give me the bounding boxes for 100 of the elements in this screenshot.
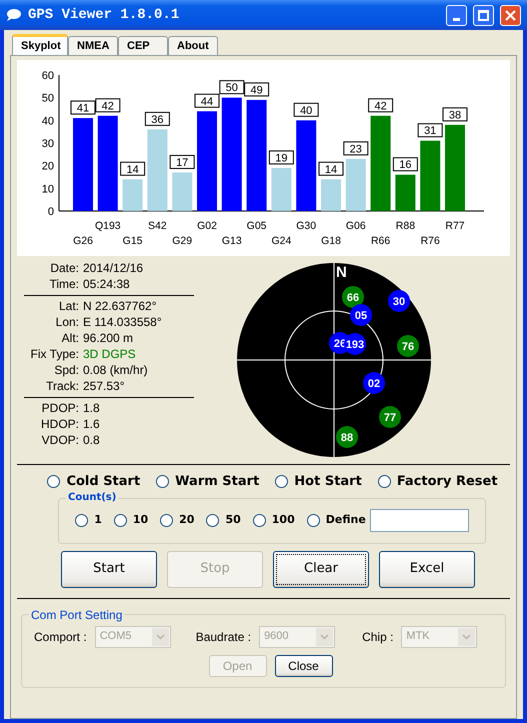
info-value: E 114.033558° [83, 314, 162, 331]
caret-icon [458, 628, 476, 646]
data-label: 14 [324, 164, 338, 176]
info-value: N 22.637762° [83, 298, 157, 315]
maximize-button[interactable] [473, 4, 494, 26]
axis-tick-label: 0 [48, 206, 54, 218]
value-label: 49 [244, 82, 270, 96]
category-label: G05 [246, 220, 267, 232]
field-label: Chip : [362, 628, 394, 646]
data-label: 19 [275, 152, 288, 164]
radio-label: Define [326, 512, 366, 528]
window-title: GPS Viewer 1.8.0.1 [28, 6, 180, 24]
info-label: Lon: [54, 314, 79, 331]
value-label: 42 [95, 98, 120, 112]
speech-bubble-icon [6, 9, 22, 21]
radio-button[interactable] [114, 514, 127, 527]
radio-button[interactable] [252, 514, 266, 527]
axis-tick-label: 60 [42, 70, 54, 82]
category-label: G18 [321, 235, 341, 247]
radio-button[interactable] [378, 475, 391, 488]
info-value: 257.53° [83, 378, 125, 395]
axis-tick-label: 20 [42, 160, 54, 173]
data-label: 36 [151, 114, 164, 126]
info-label: Time: [48, 276, 79, 293]
radio-button[interactable] [275, 475, 288, 488]
port-button[interactable]: Close [274, 654, 332, 676]
category-label: R88 [396, 220, 416, 232]
data-label: 49 [250, 84, 263, 96]
category-label: G30 [296, 220, 316, 232]
tab[interactable]: Skyplot [12, 34, 68, 55]
minimize-button[interactable] [446, 4, 467, 26]
data-label: 44 [200, 96, 214, 108]
info-label: Track: [45, 378, 79, 395]
action-button[interactable]: Excel [379, 550, 475, 588]
tab[interactable]: NMEA [68, 36, 118, 55]
value-label: 40 [294, 102, 319, 117]
info-label: Fix Type: [30, 346, 79, 363]
radio-label: 20 [179, 512, 194, 528]
info-label: Lat: [58, 298, 79, 315]
radio-label: Warm Start [175, 473, 260, 491]
data-label: 31 [424, 125, 436, 138]
category-label: R66 [370, 235, 390, 247]
category-label: G26 [73, 235, 93, 247]
radio-label: Hot Start [294, 473, 362, 491]
caret-icon [316, 628, 334, 646]
radio-label: Factory Reset [396, 473, 498, 491]
group-title: Count(s) [66, 490, 118, 504]
info-value: 1.6 [83, 416, 100, 433]
value-label: 41 [70, 100, 96, 115]
axis-tick-label: 30 [42, 138, 54, 150]
info-value: 96.200 m [83, 330, 134, 347]
info-label: Spd: [53, 362, 79, 379]
info-value: 0.08 (km/hr) [83, 362, 148, 379]
radio-button[interactable] [206, 514, 220, 527]
define-field[interactable] [370, 509, 469, 532]
radio-button[interactable] [160, 514, 174, 527]
radio-label: 10 [132, 512, 148, 528]
category-label: G02 [197, 220, 217, 232]
radio-button[interactable] [156, 475, 170, 488]
info-value: 1.8 [83, 400, 100, 417]
category-label: Q193 [94, 220, 121, 232]
radio-button[interactable] [47, 475, 60, 488]
info-label: HDOP: [40, 416, 79, 433]
tab[interactable]: About [168, 36, 218, 55]
category-label: G06 [346, 220, 366, 232]
radio-label: 50 [225, 512, 241, 528]
data-label: 50 [226, 82, 238, 94]
category-label: R77 [445, 220, 465, 232]
value-label: 38 [442, 107, 468, 122]
radio-button[interactable] [75, 514, 88, 527]
radio-button[interactable] [306, 514, 320, 527]
value-label: 44 [194, 94, 220, 108]
close-button[interactable] [500, 4, 521, 26]
data-label: 17 [176, 156, 188, 169]
info-value: 2014/12/16 [83, 260, 144, 277]
action-button[interactable]: Start [61, 550, 157, 588]
category-label: G15 [122, 235, 143, 247]
category-label: G29 [172, 235, 192, 247]
value-label: 36 [144, 112, 170, 126]
category-label: G13 [222, 235, 242, 247]
data-label: 42 [102, 100, 114, 112]
data-label: 23 [350, 143, 362, 156]
north-label: N [336, 264, 347, 281]
radio-label: 100 [272, 512, 295, 528]
axis-tick-label: 50 [42, 92, 54, 105]
field-label: Comport : [34, 628, 87, 646]
data-label: 42 [374, 100, 387, 112]
radio-label: Cold Start [66, 473, 140, 491]
info-value: 3D DGPS [83, 346, 136, 363]
value-label: 23 [343, 141, 368, 156]
info-label: PDOP: [40, 400, 79, 417]
category-label: S42 [148, 220, 167, 232]
value-label: 31 [418, 123, 443, 138]
tab[interactable]: CEP [118, 36, 168, 55]
field-label: Baudrate : [196, 628, 252, 646]
satellite-label: 88 [340, 432, 354, 444]
radio-label: 1 [94, 512, 102, 528]
satellite-label: 66 [346, 292, 360, 304]
satellite-label: 30 [392, 296, 406, 308]
action-button[interactable]: Clear [273, 550, 369, 588]
